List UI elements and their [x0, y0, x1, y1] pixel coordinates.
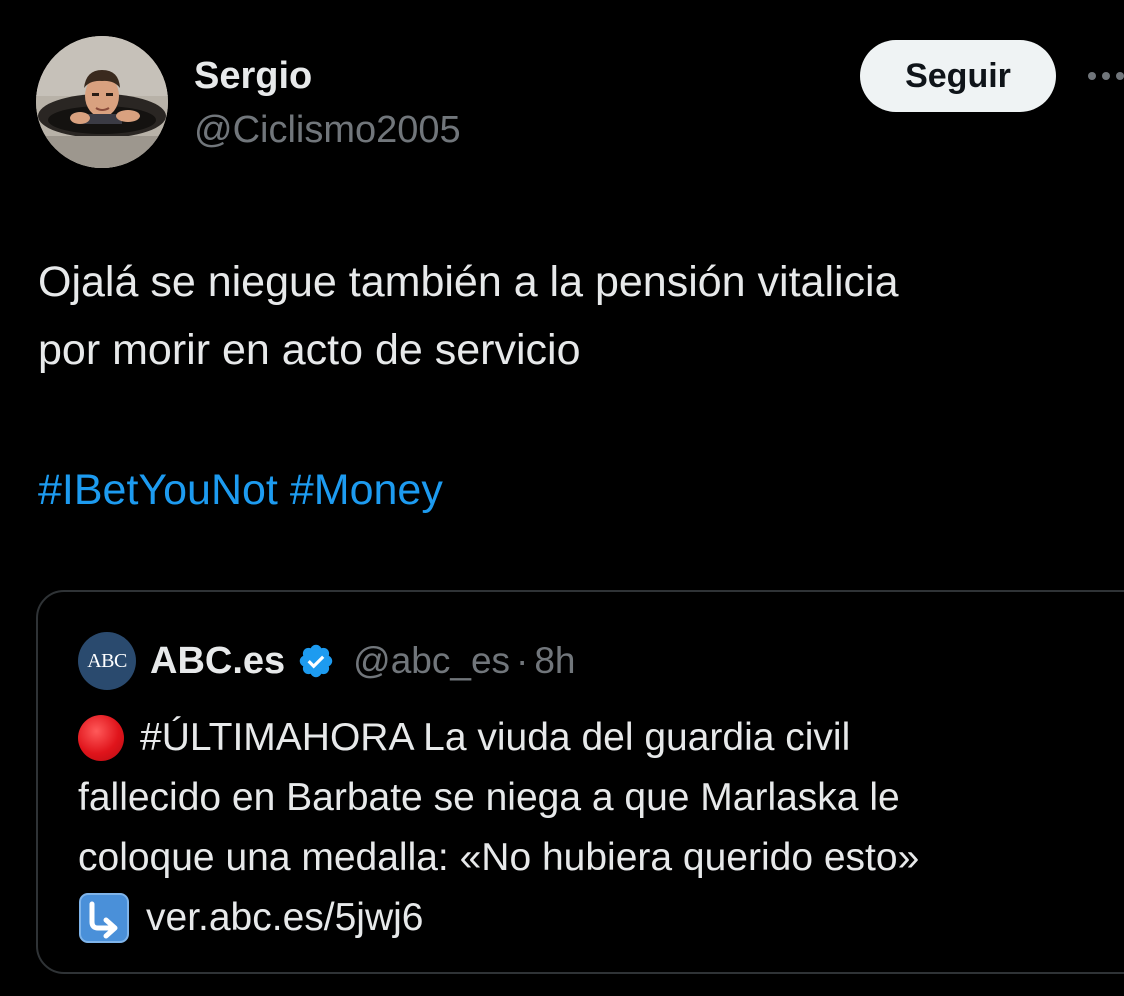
verified-badge-icon [297, 642, 335, 680]
separator-dot: · [516, 640, 529, 681]
quote-author-handle[interactable]: @abc_es [353, 640, 510, 682]
hashtag-link[interactable]: #IBetYouNot [38, 466, 278, 514]
hashtag-link[interactable]: #Money [290, 466, 443, 514]
tweet-text-line: Ojalá se niegue también a la pensión vit… [38, 258, 899, 306]
quote-text-line: coloque una medalla: «No hubiera querido… [78, 836, 920, 879]
tweet: Sergio @Ciclismo2005 Seguir Ojalá se nie… [0, 0, 1124, 996]
more-horizontal-icon[interactable] [1084, 66, 1124, 86]
quoted-tweet-card[interactable]: ABC ABC.es @abc_es · 8h #ÚLTIMAHORA La v… [36, 590, 1124, 974]
hashtags: #IBetYouNot #Money [38, 456, 443, 524]
quote-text-line: #ÚLTIMAHORA La viuda del guardia civil [78, 708, 919, 768]
quote-author-name[interactable]: ABC.es [150, 640, 285, 683]
follow-button[interactable]: Seguir [860, 40, 1056, 112]
quote-link[interactable]: ver.abc.es/5jwj6 [146, 888, 423, 948]
tweet-text-line: por morir en acto de servicio [38, 326, 581, 374]
quote-header: ABC.es @abc_es · 8h [150, 636, 576, 686]
avatar-image [36, 36, 168, 168]
quote-timestamp[interactable]: 8h [534, 640, 575, 682]
author-handle[interactable]: @Ciclismo2005 [194, 108, 461, 152]
author-avatar[interactable] [36, 36, 168, 168]
arrow-down-right-icon [78, 892, 130, 944]
quote-author-avatar[interactable]: ABC [78, 632, 136, 690]
red-circle-icon [78, 715, 124, 761]
quote-text-segment: #ÚLTIMAHORA La viuda del guardia civil [140, 716, 851, 759]
quote-text: #ÚLTIMAHORA La viuda del guardia civil f… [78, 708, 919, 948]
author-name[interactable]: Sergio [194, 54, 312, 98]
tweet-text: Ojalá se niegue también a la pensión vit… [38, 248, 1098, 384]
quote-text-line: ver.abc.es/5jwj6 [78, 888, 919, 948]
quote-text-line: fallecido en Barbate se niega a que Marl… [78, 776, 900, 819]
